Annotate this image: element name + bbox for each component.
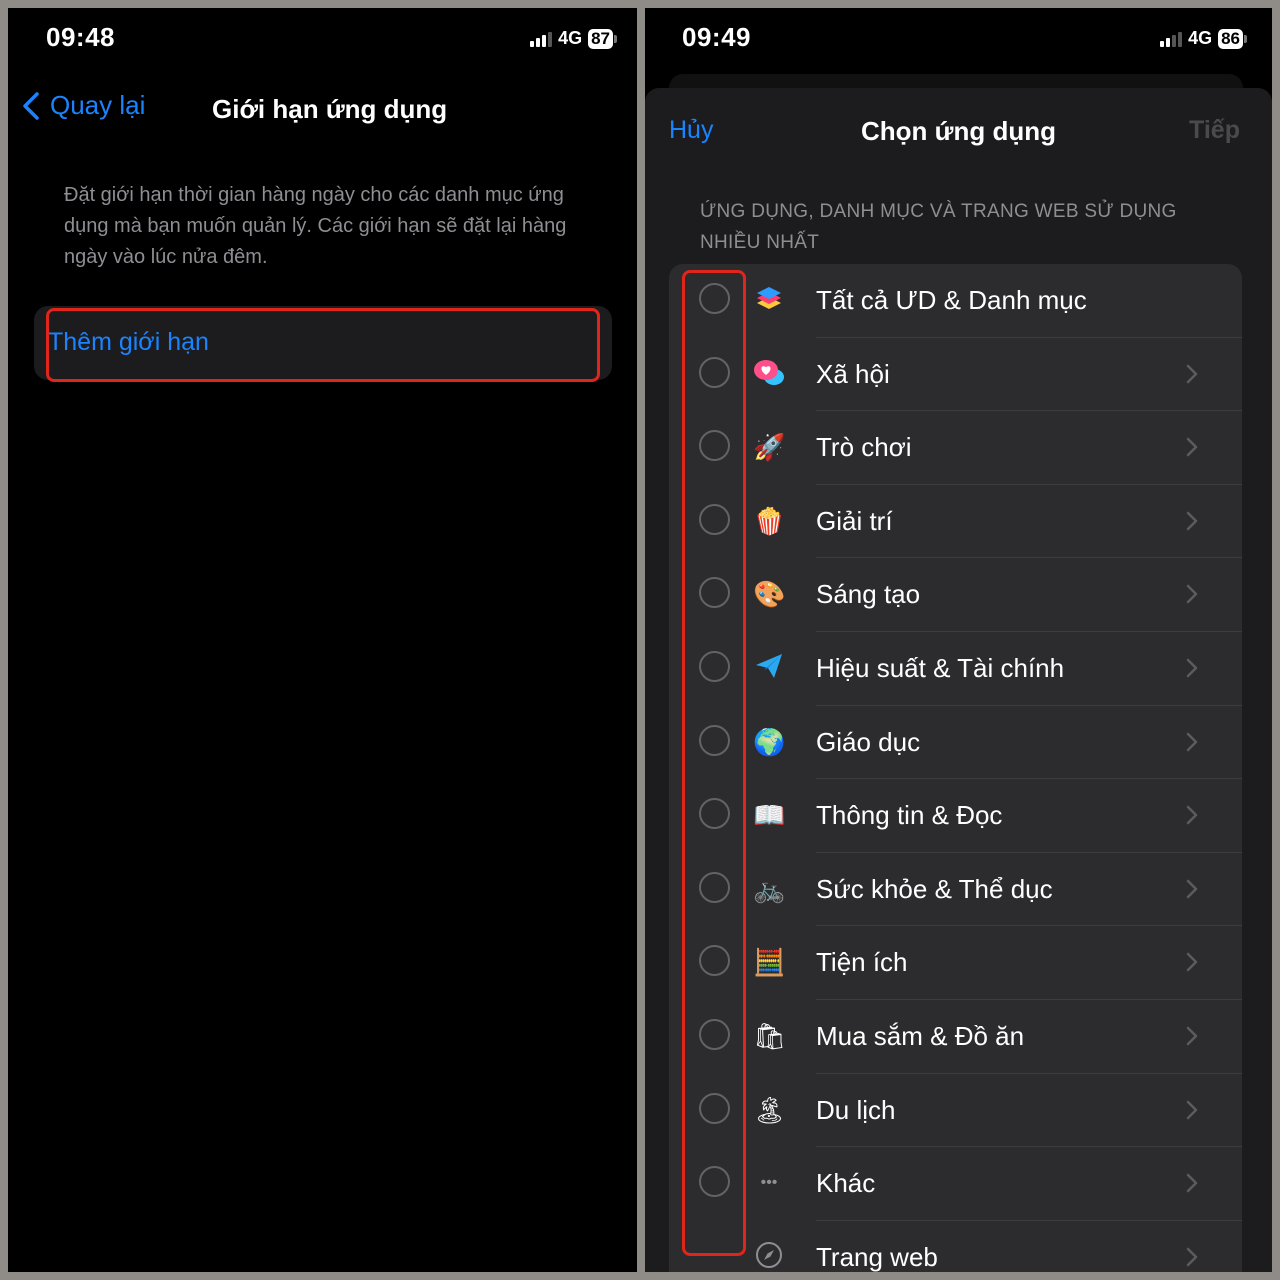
chevron-right-icon [1186, 952, 1198, 977]
status-bar: 4G 86 [1160, 28, 1247, 49]
category-row[interactable]: 🧮 Tiện ích [669, 926, 1242, 1000]
category-label: Hiệu suất & Tài chính [816, 653, 1065, 683]
description-text: Đặt giới hạn thời gian hàng ngày cho các… [64, 184, 567, 268]
category-row[interactable]: Hiệu suất & Tài chính [669, 632, 1242, 706]
chevron-right-icon [1186, 732, 1198, 757]
category-row[interactable]: 📖 Thông tin & Đọc [669, 779, 1242, 853]
select-radio[interactable] [699, 651, 730, 682]
category-label: Khác [816, 1168, 876, 1199]
chevron-right-icon [1186, 511, 1198, 536]
category-row[interactable]: 🌍 Giáo dục [669, 706, 1242, 780]
status-bar: 4G 87 [530, 28, 617, 49]
category-row[interactable]: Trang web [669, 1221, 1242, 1272]
select-radio[interactable] [699, 724, 730, 756]
category-label: Du lịch [816, 1094, 896, 1125]
category-label: Xã hội [816, 358, 890, 389]
battery-level: 87 [588, 28, 613, 49]
compass-icon [753, 1241, 785, 1272]
next-button[interactable]: Tiếp [1189, 116, 1240, 145]
chevron-right-icon [1186, 1173, 1198, 1198]
cellular-signal-icon [1160, 31, 1183, 47]
chevron-right-icon [1186, 805, 1198, 830]
select-radio[interactable] [699, 798, 730, 830]
category-row[interactable]: 🚲 Sức khỏe & Thể dục [669, 853, 1242, 927]
rocket-icon: 🚀 [753, 432, 786, 463]
network-type: 4G [558, 28, 583, 48]
category-label: Sáng tạo [816, 579, 921, 610]
select-radio[interactable] [699, 430, 730, 462]
select-radio[interactable] [699, 1092, 730, 1124]
popcorn-icon: 🍿 [753, 505, 786, 536]
calculator-icon: 🧮 [753, 947, 786, 978]
select-radio[interactable] [699, 945, 730, 977]
social-bubble-icon [753, 358, 785, 390]
back-label: Quay lại [50, 90, 146, 120]
category-row[interactable]: 🎨 Sáng tạo [669, 558, 1242, 632]
back-button[interactable]: Quay lại [22, 90, 145, 121]
category-row[interactable]: 🍿 Giải trí [669, 485, 1242, 559]
category-label: Mua sắm & Đồ ăn [816, 1021, 1025, 1051]
bicycle-icon: 🚲 [753, 873, 786, 904]
category-row[interactable]: 🛍 Mua sắm & Đồ ăn [669, 1000, 1242, 1074]
category-label: Sức khỏe & Thể dục [816, 873, 1053, 904]
add-limit-card: Thêm giới hạn [34, 306, 612, 380]
select-radio[interactable] [699, 356, 730, 388]
globe-icon: 🌍 [753, 726, 786, 757]
book-icon: 📖 [753, 800, 786, 831]
category-label: Thông tin & Đọc [816, 800, 1003, 831]
category-list: Tất cả ƯD & Danh mục Xã hội 🚀 Trò chơi 🍿 Giải… [669, 264, 1242, 1272]
battery-level: 86 [1218, 28, 1243, 49]
sheet-title: Chọn ứng dụng [861, 116, 1056, 146]
add-limit-button[interactable]: Thêm giới hạn [48, 306, 209, 380]
category-row[interactable]: 🏝 Du lịch [669, 1074, 1242, 1148]
category-label: Tiện ích [816, 947, 908, 978]
select-radio[interactable] [699, 871, 730, 903]
category-label: Trang web [816, 1241, 938, 1272]
shopping-bag-icon: 🛍 [753, 1021, 787, 1051]
select-radio[interactable] [699, 503, 730, 535]
status-time: 09:48 [46, 22, 115, 52]
battery-icon: 86 [1218, 28, 1247, 49]
page-title: Giới hạn ứng dụng [212, 94, 448, 124]
chevron-right-icon [1186, 1247, 1198, 1272]
left-screen: 09:48 4G 87 Quay lại Giới hạn ứng dụng Đ… [8, 8, 637, 1272]
category-row[interactable]: 🚀 Trò chơi [669, 411, 1242, 485]
chevron-right-icon [1186, 1100, 1198, 1125]
paper-plane-icon [753, 652, 785, 684]
island-icon: 🏝 [753, 1094, 787, 1125]
chevron-right-icon [1186, 879, 1198, 904]
battery-icon: 87 [588, 28, 617, 49]
chevron-right-icon [1186, 437, 1198, 462]
right-screen: 09:49 4G 86 Hủy Chọn ứng dụng Tiếp ỨNG D… [645, 8, 1272, 1272]
category-row[interactable]: Xã hội [669, 338, 1242, 412]
category-row[interactable]: ••• Khác [669, 1147, 1242, 1221]
status-time: 09:49 [682, 22, 751, 52]
network-type: 4G [1188, 28, 1213, 48]
category-label: Tất cả ƯD & Danh mục [816, 285, 1087, 315]
stack-icon [753, 284, 785, 316]
chevron-right-icon [1186, 658, 1198, 683]
chevron-right-icon [1186, 364, 1198, 389]
section-header: ỨNG DỤNG, DANH MỤC VÀ TRANG WEB SỬ DỤNG … [700, 201, 1177, 253]
chevron-right-icon [1186, 1026, 1198, 1051]
chevron-left-icon [23, 91, 39, 120]
select-radio[interactable] [699, 283, 730, 314]
chevron-right-icon [1186, 584, 1198, 609]
palette-icon: 🎨 [753, 579, 786, 610]
cellular-signal-icon [530, 31, 553, 47]
more-dots-icon: ••• [760, 1174, 778, 1192]
category-label: Trò chơi [816, 432, 912, 463]
select-radio[interactable] [699, 1019, 730, 1050]
select-radio[interactable] [699, 1166, 730, 1198]
category-label: Giải trí [816, 505, 893, 536]
category-row[interactable]: Tất cả ƯD & Danh mục [669, 264, 1242, 338]
category-label: Giáo dục [816, 726, 921, 757]
select-radio[interactable] [699, 577, 730, 609]
